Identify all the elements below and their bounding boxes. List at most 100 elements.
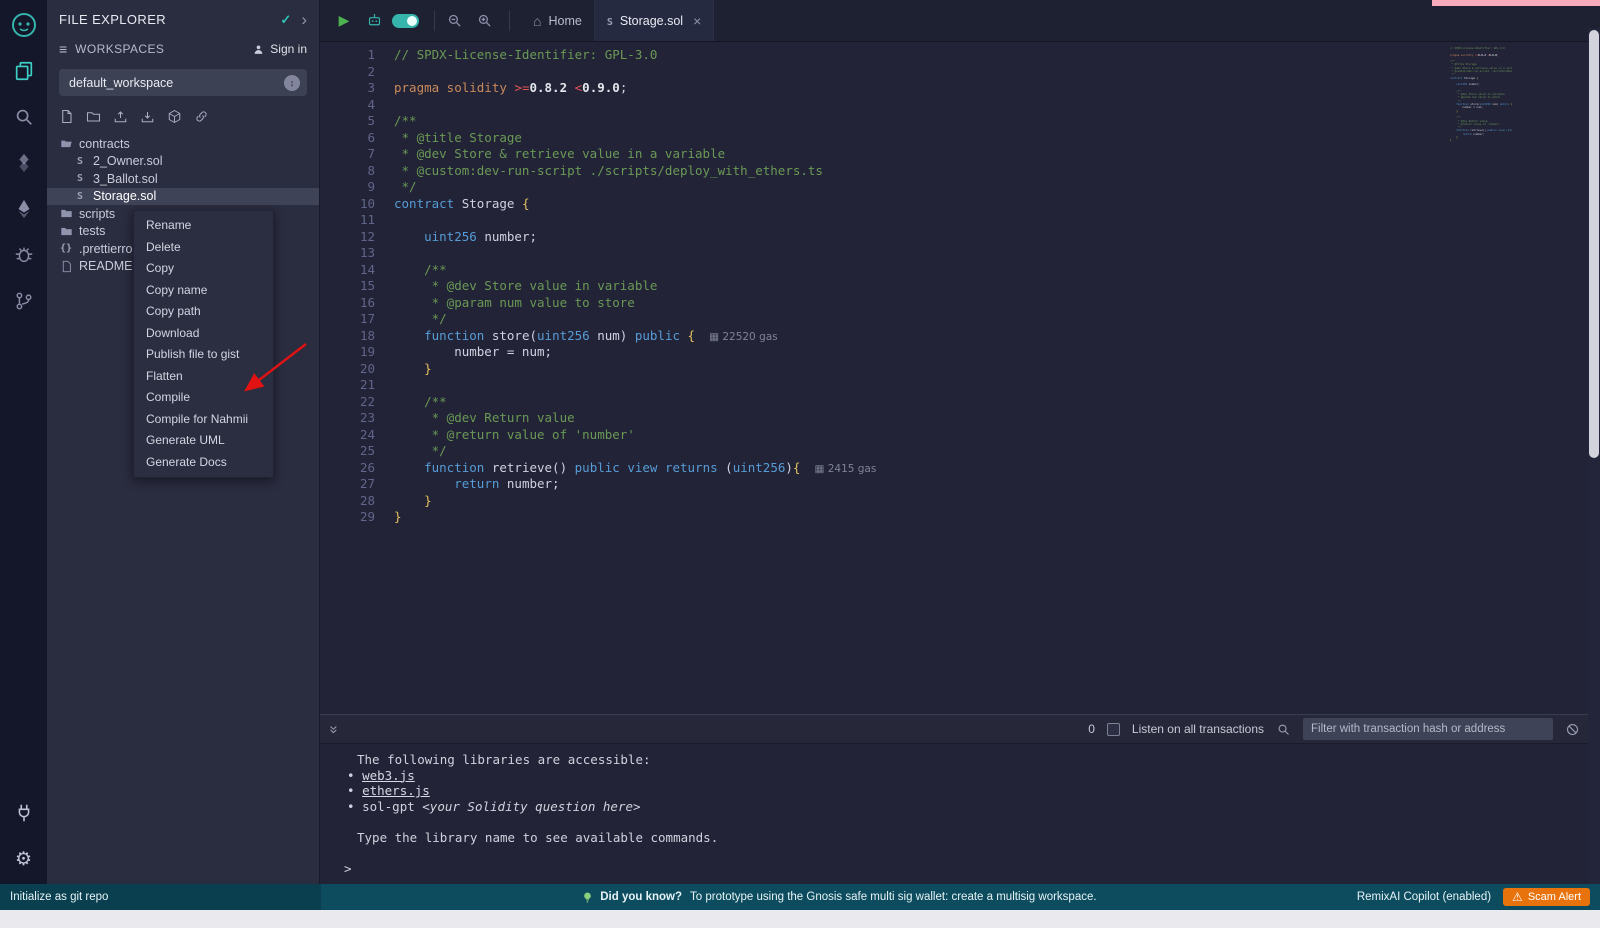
check-icon[interactable]: ✓ <box>280 12 291 28</box>
file-tree-item-2-owner-sol[interactable]: S 2_Owner.sol <box>47 153 319 171</box>
solidity-compiler-icon <box>13 152 35 174</box>
ai-assistant-button[interactable] <box>362 9 386 33</box>
context-menu-item-delete[interactable]: Delete <box>134 237 273 259</box>
line-number: 19 <box>320 344 375 361</box>
sidebar-item-deploy-run[interactable] <box>9 194 39 224</box>
run-script-button[interactable]: ▶ <box>332 9 356 33</box>
workspaces-label: WORKSPACES <box>75 42 244 56</box>
workspace-dropdown[interactable]: default_workspace ↕ <box>59 69 307 96</box>
scam-alert-badge[interactable]: ⚠ Scam Alert <box>1503 888 1590 906</box>
sidebar-item-solidity-compiler[interactable] <box>9 148 39 178</box>
home-icon: ⌂ <box>533 14 541 28</box>
solidity-icon: S <box>73 156 87 167</box>
terminal-line: Type the library name to see available c… <box>320 830 1600 846</box>
code-line: /** <box>394 262 1600 279</box>
context-menu-item-rename[interactable]: Rename <box>134 215 273 237</box>
bullet: • <box>347 783 362 798</box>
workspace-switch-icon[interactable]: ↕ <box>284 75 300 91</box>
sidebar-item-search[interactable] <box>9 102 39 132</box>
sidebar-item-settings[interactable]: ⚙ <box>9 844 39 874</box>
new-file-button[interactable] <box>59 109 75 125</box>
sidebar-item-git[interactable] <box>9 286 39 316</box>
sign-in-button[interactable]: Sign in <box>252 42 307 56</box>
solidity-icon: S <box>607 13 613 28</box>
terminal-panel[interactable]: The following libraries are accessible: •… <box>320 744 1600 884</box>
tab-home[interactable]: ⌂ Home <box>521 0 595 41</box>
tab-label: Home <box>548 14 581 28</box>
ban-icon <box>1565 722 1580 737</box>
link-icon <box>194 109 209 124</box>
load-from-ipfs-button[interactable] <box>167 109 183 125</box>
terminal-line: The following libraries are accessible: <box>320 752 1600 768</box>
copilot-status[interactable]: RemixAI Copilot (enabled) <box>1357 891 1491 903</box>
file-tree-item-storage-sol[interactable]: SStorage.sol <box>47 188 319 206</box>
listen-all-transactions-checkbox[interactable] <box>1107 723 1120 736</box>
upload-file-button[interactable] <box>113 109 129 125</box>
upload-folder-button[interactable] <box>140 109 156 125</box>
sidebar-item-file-explorer[interactable] <box>9 56 39 86</box>
transaction-filter-input[interactable] <box>1303 718 1553 740</box>
remix-logo[interactable] <box>9 10 39 40</box>
file-tree-item-contracts[interactable]: contracts <box>47 135 319 153</box>
code-line: contract Storage { <box>394 196 1600 213</box>
bug-icon <box>13 244 35 266</box>
line-number: 6 <box>320 130 375 147</box>
clear-terminal-button[interactable] <box>1565 722 1580 737</box>
zoom-out-button[interactable] <box>442 9 466 33</box>
panel-title: FILE EXPLORER <box>59 12 280 27</box>
code-line: function retrieve() public view returns … <box>394 460 1600 477</box>
robot-icon <box>366 12 383 29</box>
file-tree-item-3-ballot-sol[interactable]: S3_Ballot.sol <box>47 170 319 188</box>
code-line: number = num; <box>394 344 1600 361</box>
terminal-link-ethers-js[interactable]: ethers.js <box>362 783 430 798</box>
line-number: 4 <box>320 97 375 114</box>
deploy-run-icon <box>13 198 35 220</box>
page-scrollbar[interactable] <box>1588 28 1600 884</box>
copilot-toggle[interactable] <box>392 14 419 28</box>
import-from-url-button[interactable] <box>194 109 210 125</box>
tab-storage-sol[interactable]: SStorage.sol× <box>595 0 714 41</box>
terminal-link-web3-js[interactable]: web3.js <box>362 768 415 783</box>
new-file-icon <box>59 109 74 124</box>
transaction-count-badge: 0 <box>1088 722 1095 736</box>
context-menu-item-copy-name[interactable]: Copy name <box>134 280 273 302</box>
context-menu-item-compile-for-nahmii[interactable]: Compile for Nahmii <box>134 409 273 431</box>
code-content: // SPDX-License-Identifier: GPL-3.0 pragm… <box>375 47 1600 526</box>
terminal-search-button[interactable] <box>1276 722 1291 737</box>
git-init-button[interactable]: Initialize as git repo <box>0 884 321 910</box>
chevron-right-icon[interactable]: › <box>301 11 307 28</box>
line-number: 24 <box>320 427 375 444</box>
line-number: 10 <box>320 196 375 213</box>
listen-all-transactions-label: Listen on all transactions <box>1132 722 1264 736</box>
close-tab-icon[interactable]: × <box>693 13 701 29</box>
code-line: // SPDX-License-Identifier: GPL-3.0 <box>394 47 1600 64</box>
code-editor[interactable]: 1234567891011121314151617181920212223242… <box>320 42 1600 714</box>
context-menu-item-generate-uml[interactable]: Generate UML <box>134 430 273 452</box>
collapse-terminal-icon[interactable]: » <box>326 725 343 733</box>
code-line: /** <box>394 394 1600 411</box>
search-icon <box>1276 722 1291 737</box>
zoom-out-icon <box>446 12 463 29</box>
context-menu-item-copy-path[interactable]: Copy path <box>134 301 273 323</box>
terminal-output: The following libraries are accessible: •… <box>320 752 1600 876</box>
terminal-toolbar: » 0 Listen on all transactions <box>320 714 1600 744</box>
file-label: 2_Owner.sol <box>93 154 162 168</box>
git-init-label: Initialize as git repo <box>10 891 108 903</box>
hamburger-menu-icon[interactable]: ≡ <box>59 41 67 57</box>
context-menu-item-copy[interactable]: Copy <box>134 258 273 280</box>
context-menu-item-generate-docs[interactable]: Generate Docs <box>134 452 273 474</box>
folder-icon <box>59 225 73 238</box>
code-line: * @dev Store & retrieve value in a varia… <box>394 146 1600 163</box>
file-label: .prettierro <box>79 242 133 256</box>
code-line: uint256 number; <box>394 229 1600 246</box>
zoom-in-button[interactable] <box>472 9 496 33</box>
line-number: 12 <box>320 229 375 246</box>
code-line: } <box>394 509 1600 526</box>
page-scrollbar-thumb[interactable] <box>1589 30 1599 458</box>
sidebar-item-debugger[interactable] <box>9 240 39 270</box>
line-number: 8 <box>320 163 375 180</box>
code-line: pragma solidity >=0.8.2 <0.9.0; <box>394 80 1600 97</box>
new-folder-button[interactable] <box>86 109 102 125</box>
sidebar-item-plugin-manager[interactable] <box>9 798 39 828</box>
warning-icon: ⚠ <box>1512 891 1523 903</box>
